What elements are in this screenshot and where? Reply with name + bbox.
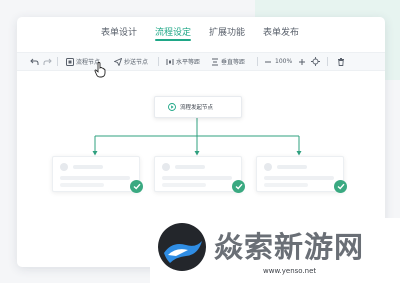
tab-form-design[interactable]: 表单设计	[101, 25, 137, 38]
horizontal-align-icon	[166, 58, 174, 65]
text-placeholder	[277, 165, 307, 169]
redo-button[interactable]	[43, 56, 52, 67]
toolbar-divider	[327, 57, 328, 66]
horizontal-distribute-label: 水平等距	[176, 59, 201, 66]
text-placeholder	[60, 183, 104, 187]
start-node[interactable]: 流程发起节点	[154, 96, 242, 118]
tab-flow-settings[interactable]: 流程设定	[155, 25, 192, 41]
zoom-out-button[interactable]	[264, 56, 272, 67]
approval-node-card[interactable]	[256, 156, 344, 192]
zoom-value: 100%	[275, 58, 293, 65]
text-placeholder	[175, 165, 205, 169]
toolbar-divider	[57, 57, 58, 66]
tab-flow-settings-label: 流程设定	[155, 28, 192, 38]
active-tab-indicator	[155, 39, 192, 41]
play-icon	[168, 103, 176, 111]
zoom-level: 100%	[275, 56, 292, 67]
node-icon	[66, 57, 74, 66]
vertical-align-icon	[212, 58, 218, 65]
start-node-label: 流程发起节点	[180, 105, 214, 111]
approval-node-card[interactable]	[52, 156, 140, 192]
avatar-placeholder	[60, 163, 68, 171]
cc-node-label: 抄送节点	[124, 59, 149, 66]
toolbar-divider	[257, 57, 258, 66]
watermark-url: www.yenso.net	[263, 267, 317, 275]
toolbar: 流程节点 抄送节点 水平等距 垂直等距 100%	[17, 52, 385, 71]
text-placeholder	[60, 176, 130, 180]
text-placeholder	[162, 183, 206, 187]
redo-icon	[43, 58, 52, 65]
undo-icon	[30, 58, 39, 65]
watermark-logo	[158, 223, 206, 271]
plus-icon	[299, 58, 305, 65]
check-icon	[133, 183, 141, 190]
fit-center-button[interactable]	[311, 56, 320, 67]
check-icon	[235, 183, 243, 190]
target-icon	[311, 57, 320, 66]
delete-button[interactable]	[337, 56, 345, 67]
watermark-text: 焱索新游网	[214, 230, 365, 264]
check-badge	[232, 180, 245, 193]
minus-icon	[265, 61, 271, 62]
avatar-placeholder	[162, 163, 170, 171]
wave-logo-icon	[164, 241, 202, 263]
text-placeholder	[264, 176, 334, 180]
tab-extensions[interactable]: 扩展功能	[209, 25, 245, 38]
vertical-distribute-label: 垂直等距	[221, 59, 246, 66]
approval-node-card[interactable]	[154, 156, 242, 192]
check-icon	[337, 183, 345, 190]
vertical-distribute-button[interactable]: 垂直等距	[211, 56, 245, 67]
undo-button[interactable]	[30, 56, 39, 67]
send-icon	[114, 57, 122, 66]
check-badge	[130, 180, 143, 193]
zoom-in-button[interactable]	[298, 56, 306, 67]
text-placeholder	[73, 165, 103, 169]
toolbar-divider	[158, 57, 159, 66]
tab-form-publish[interactable]: 表单发布	[263, 25, 299, 38]
cc-node-button[interactable]: 抄送节点	[114, 56, 148, 67]
check-badge	[334, 180, 347, 193]
text-placeholder	[162, 176, 232, 180]
tab-bar: 表单设计 流程设定 扩展功能 表单发布	[17, 25, 385, 47]
text-placeholder	[264, 183, 308, 187]
horizontal-distribute-button[interactable]: 水平等距	[166, 56, 200, 67]
trash-icon	[338, 57, 344, 66]
avatar-placeholder	[264, 163, 272, 171]
